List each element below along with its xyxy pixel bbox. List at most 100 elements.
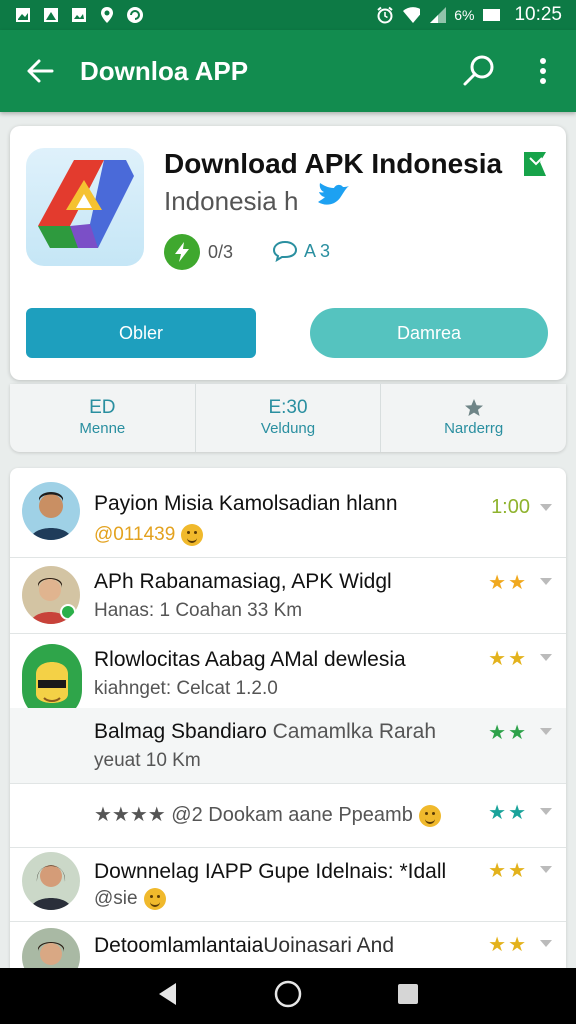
item-title: Rlowlocitas Aabag AMal dewlesia: [94, 648, 406, 671]
star-icon: ★: [488, 722, 507, 744]
item-subtitle-text: @011439: [94, 524, 176, 546]
app-subtitle: Indonesia h: [164, 186, 299, 216]
item-title-strong: Balmag Sbandiaro: [94, 720, 267, 743]
tab-veldung-label: Veldung: [260, 420, 316, 437]
list-item[interactable]: APh Rabanamasiag, APK Widgl Hanas: 1 Coa…: [10, 558, 566, 634]
tab-veldung-value: E:30: [268, 397, 308, 418]
review-list: Payion Misia Kamolsadian hlann @011439 1…: [10, 468, 566, 968]
star-icon: ★: [488, 934, 507, 956]
status-right-icons: 6% 10:25: [376, 4, 562, 26]
location-icon: [98, 6, 116, 24]
home-circle-icon[interactable]: [273, 979, 303, 1014]
chevron-down-icon[interactable]: [540, 504, 552, 511]
rating-stars: ★ ★: [488, 720, 526, 745]
star-icon: ★: [488, 802, 507, 824]
refresh-icon: [126, 6, 144, 24]
emoji-icon: [143, 888, 166, 910]
status-bar: 6% 10:25: [0, 0, 576, 30]
rating-stars: ★ ★: [488, 800, 526, 825]
status-left-icons: [14, 6, 144, 24]
star-icon: ★: [508, 934, 526, 956]
list-item[interactable]: DetoomlamlantaiaUoinasari And ★ ★: [10, 922, 566, 968]
tab-menne-value: ED: [89, 397, 116, 418]
chevron-down-icon[interactable]: [540, 578, 552, 585]
list-item[interactable]: Payion Misia Kamolsadian hlann @011439 1…: [10, 468, 566, 558]
chat-icon: [272, 240, 298, 262]
avatar: [22, 928, 80, 968]
star-outline-icon: [463, 397, 485, 419]
app-logo-icon: [26, 148, 144, 266]
secondary-button[interactable]: Damrea: [310, 308, 548, 358]
more-vert-icon: [540, 58, 546, 84]
list-item[interactable]: ★★★★ @2 Dookam aane Ppeamb ★ ★: [10, 784, 566, 848]
image-icon: [70, 6, 88, 24]
item-title-extra: Uoinasari And: [263, 934, 395, 957]
list-item[interactable]: Rlowlocitas Aabag AMal dewlesia kiahnget…: [10, 634, 566, 720]
star-icon: ★: [508, 648, 526, 670]
chevron-down-icon[interactable]: [540, 940, 552, 947]
star-icon: ★: [508, 572, 526, 594]
reviews-meta: A 3: [272, 240, 330, 262]
app-bar: Downloa APP: [0, 30, 576, 112]
list-item[interactable]: Downnelag IAPP Gupe Idelnais: *Idall @si…: [10, 848, 566, 922]
item-title-text: ★★★★ @2 Dookam aane Ppeamb: [94, 804, 413, 826]
rating-stars: ★ ★: [488, 646, 526, 671]
item-title: ★★★★ @2 Dookam aane Ppeamb: [94, 802, 441, 827]
downloads-meta: 0/3: [164, 234, 233, 270]
item-subtitle: yeuat 10 Km: [94, 750, 201, 771]
item-subtitle: @011439: [94, 524, 204, 546]
rating-stars: ★ ★: [488, 570, 526, 595]
recents-square-icon[interactable]: [396, 982, 420, 1011]
avatar: [22, 566, 80, 624]
primary-button[interactable]: Obler: [26, 308, 256, 358]
reviews-count: A 3: [304, 240, 331, 261]
emoji-icon: [181, 524, 204, 546]
rating-stars: ★ ★: [488, 858, 526, 883]
star-icon: ★: [488, 860, 507, 882]
clock: 10:25: [514, 4, 562, 25]
item-title: Downnelag IAPP Gupe Idelnais: *Idall: [94, 860, 447, 883]
item-subtitle: Hanas: 1 Coahan 33 Km: [94, 600, 303, 621]
item-title: DetoomlamlantaiaUoinasari And: [94, 934, 394, 958]
search-button[interactable]: [450, 30, 510, 112]
chevron-down-icon[interactable]: [540, 728, 552, 735]
chevron-down-icon[interactable]: [540, 808, 552, 815]
arrow-back-icon: [27, 59, 54, 83]
tab-menne-label: Menne: [79, 420, 126, 437]
chevron-down-icon[interactable]: [540, 866, 552, 873]
star-icon: ★: [488, 572, 507, 594]
item-title: Payion Misia Kamolsadian hlann: [94, 492, 398, 515]
emoji-icon: [418, 804, 441, 827]
tab-menne[interactable]: ED Menne: [10, 384, 196, 452]
avatar: [22, 482, 80, 540]
search-icon: [463, 55, 494, 86]
tab-narderrg[interactable]: Narderrg: [381, 384, 566, 452]
list-item[interactable]: Balmag Sbandiaro Camamlka Rarah yeuat 10…: [10, 708, 566, 784]
item-title-extra: Camamlka Rarah: [272, 720, 437, 743]
item-title-strong: Detoomlamlantaia: [94, 934, 264, 957]
back-triangle-icon[interactable]: [156, 981, 180, 1012]
chevron-down-icon[interactable]: [540, 654, 552, 661]
battery-icon: [482, 6, 501, 24]
star-icon: ★: [508, 722, 526, 744]
gallery-icon: [14, 6, 32, 24]
back-button[interactable]: [0, 30, 80, 112]
tab-veldung[interactable]: E:30 Veldung: [196, 384, 382, 452]
item-subtitle: @sie: [94, 888, 166, 910]
item-subtitle-text: @sie: [94, 888, 138, 910]
photo-icon: [42, 6, 60, 24]
bookmark-icon[interactable]: [522, 150, 548, 183]
wifi-icon: [402, 6, 421, 24]
app-bar-title: Downloa APP: [80, 55, 249, 86]
star-icon: ★: [508, 860, 526, 882]
tab-narderrg-label: Narderrg: [444, 420, 504, 437]
item-time: 1:00: [491, 496, 530, 518]
app-title: Download APK Indonesia: [164, 148, 503, 179]
alarm-icon: [376, 6, 394, 24]
bolt-icon: [164, 234, 200, 270]
item-title: Balmag Sbandiaro Camamlka Rarah: [94, 720, 436, 744]
item-subtitle: kiahnget: Celcat 1.2.0: [94, 678, 278, 699]
more-options-button[interactable]: [510, 30, 576, 112]
downloads-count: 0/3: [208, 241, 234, 262]
avatar: [22, 852, 80, 910]
